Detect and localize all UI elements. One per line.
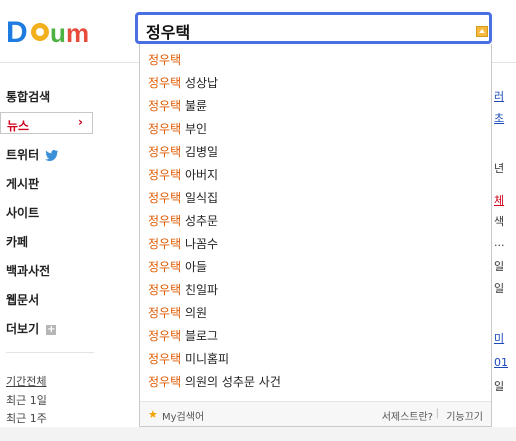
svg-text:m: m bbox=[66, 18, 89, 48]
clipped-results-column: 러 초 년 체 색 ... 일 일 미 01 일 bbox=[494, 0, 516, 441]
twitter-bird-icon bbox=[45, 150, 59, 161]
daum-logo[interactable]: D u m bbox=[6, 14, 90, 48]
suggestion-item[interactable]: 정우택 아버지 bbox=[148, 166, 218, 184]
sidebar-item-twitter[interactable]: 트위터 bbox=[6, 146, 59, 163]
result-fragment: 일 bbox=[494, 380, 505, 393]
result-fragment[interactable]: 미 bbox=[494, 330, 504, 346]
sidebar-item-label: 뉴스 bbox=[7, 119, 30, 133]
suggestion-item[interactable]: 정우택 의원 bbox=[148, 304, 207, 322]
plus-icon: + bbox=[46, 323, 57, 335]
sidebar-item-webdocs[interactable]: 웹문서 bbox=[6, 291, 39, 308]
suggestion-item[interactable]: 정우택 김병일 bbox=[148, 143, 218, 161]
svg-text:u: u bbox=[50, 18, 66, 48]
my-search-terms-link[interactable]: My검색어 bbox=[162, 408, 204, 423]
sidebar-item-news[interactable]: 뉴스 › bbox=[0, 112, 93, 134]
page-bottom-band bbox=[0, 427, 516, 441]
star-icon: ★ bbox=[148, 408, 158, 421]
result-fragment: 일 bbox=[494, 260, 505, 273]
suggestion-item[interactable]: 정우택 의원의 성추문 사건 bbox=[148, 373, 281, 391]
period-1week-link[interactable]: 최근 1주 bbox=[6, 410, 47, 426]
result-fragment[interactable]: 러 bbox=[494, 88, 504, 104]
suggestion-item[interactable]: 정우택 성상납 bbox=[148, 74, 218, 92]
sidebar-item-label: 백과사전 bbox=[6, 264, 51, 278]
result-fragment[interactable]: 체 bbox=[494, 192, 504, 208]
suggestion-item[interactable]: 정우택 블로그 bbox=[148, 327, 218, 345]
search-input[interactable]: 정우택 bbox=[135, 12, 492, 44]
period-all-link[interactable]: 기간전체 bbox=[6, 373, 46, 389]
suggest-help-link[interactable]: 서제스트란? bbox=[382, 408, 433, 423]
sidebar-item-label: 웹문서 bbox=[6, 293, 40, 307]
search-query-text: 정우택 bbox=[146, 23, 191, 42]
suggestion-footer: ★ My검색어 서제스트란? | 기능끄기 bbox=[140, 401, 491, 426]
chevron-right-icon: › bbox=[78, 115, 83, 129]
suggestion-item[interactable]: 정우택 bbox=[148, 51, 181, 69]
suggestion-item[interactable]: 정우택 아들 bbox=[148, 258, 207, 276]
sidebar-item-label: 더보기 bbox=[6, 322, 40, 336]
footer-separator: | bbox=[435, 408, 439, 419]
suggestion-item[interactable]: 정우택 친일파 bbox=[148, 281, 218, 299]
sidebar-item-label: 통합검색 bbox=[6, 90, 51, 104]
suggestion-item[interactable]: 정우택 미니홈피 bbox=[148, 350, 229, 368]
suggestion-item[interactable]: 정우택 일식집 bbox=[148, 189, 218, 207]
sidebar-item-more[interactable]: 더보기 + bbox=[6, 320, 57, 337]
sidebar-item-site[interactable]: 사이트 bbox=[6, 204, 39, 221]
chevron-up-icon[interactable] bbox=[476, 26, 488, 37]
suggestion-item[interactable]: 정우택 부인 bbox=[148, 120, 207, 138]
sidebar-item-label: 사이트 bbox=[6, 206, 40, 220]
result-fragment: 년 bbox=[494, 162, 505, 175]
sidebar-item-cafe[interactable]: 카페 bbox=[6, 233, 28, 250]
sidebar-item-label: 게시판 bbox=[6, 177, 40, 191]
result-fragment: 색 bbox=[494, 215, 505, 228]
result-fragment[interactable]: 01 bbox=[494, 356, 508, 369]
period-1day-link[interactable]: 최근 1일 bbox=[6, 392, 47, 408]
sidebar-item-board[interactable]: 게시판 bbox=[6, 175, 39, 192]
sidebar-item-label: 트위터 bbox=[6, 148, 40, 162]
suggestion-item[interactable]: 정우택 성추문 bbox=[148, 212, 218, 230]
sidebar-item-encyclopedia[interactable]: 백과사전 bbox=[6, 262, 50, 279]
result-fragment[interactable]: 초 bbox=[494, 110, 504, 126]
suggestion-dropdown: 정우택 정우택 성상납 정우택 불륜 정우택 부인 정우택 김병일 정우택 아버… bbox=[139, 44, 492, 427]
suggestion-item[interactable]: 정우택 불륜 bbox=[148, 97, 207, 115]
result-fragment: 일 bbox=[494, 282, 505, 295]
sidebar-divider bbox=[6, 352, 94, 353]
disable-suggest-link[interactable]: 기능끄기 bbox=[446, 408, 483, 423]
svg-text:D: D bbox=[6, 16, 28, 48]
result-fragment: ... bbox=[494, 236, 505, 249]
sidebar-item-all[interactable]: 통합검색 bbox=[6, 88, 50, 105]
suggestion-item[interactable]: 정우택 나꼼수 bbox=[148, 235, 218, 253]
sidebar-item-label: 카페 bbox=[6, 235, 29, 249]
